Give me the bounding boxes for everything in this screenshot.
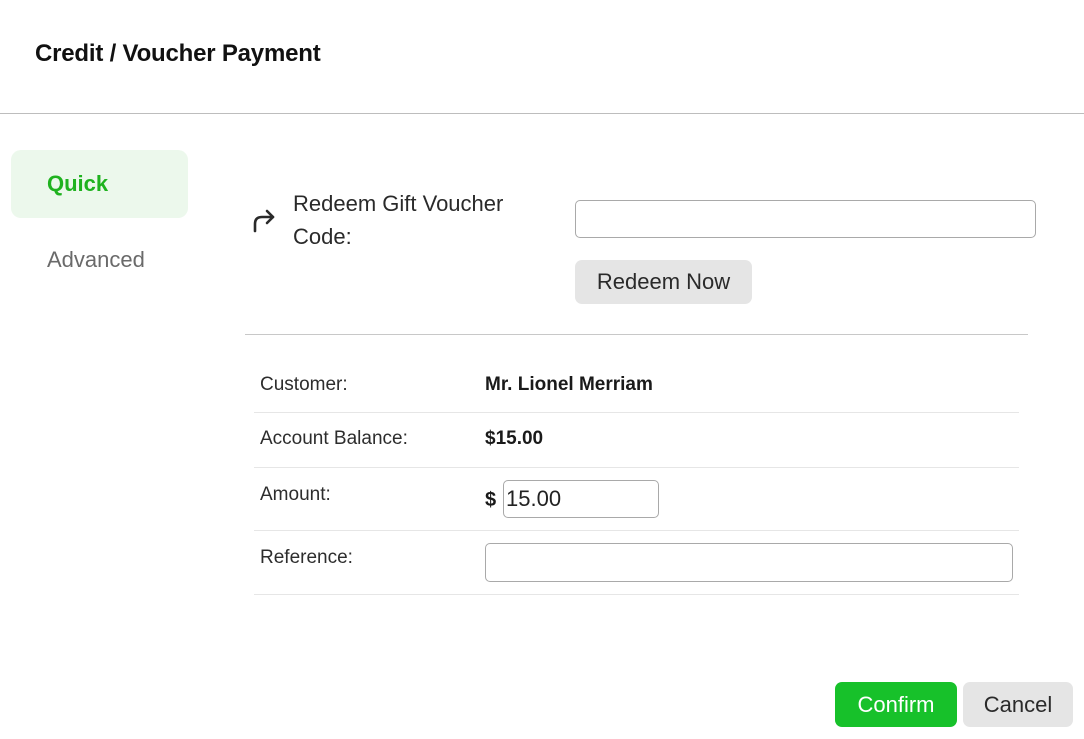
voucher-code-input[interactable] — [575, 200, 1036, 238]
dialog-title: Credit / Voucher Payment — [35, 40, 321, 67]
reference-input[interactable] — [485, 543, 1013, 582]
confirm-button[interactable]: Confirm — [835, 682, 957, 727]
amount-row: Amount: $ — [254, 468, 1019, 531]
reference-row: Reference: — [254, 531, 1019, 595]
amount-input[interactable] — [503, 480, 659, 518]
account-balance-row: Account Balance: $15.00 — [254, 413, 1019, 468]
cancel-button[interactable]: Cancel — [963, 682, 1073, 727]
redo-arrow-icon — [247, 203, 279, 235]
customer-row: Customer: Mr. Lionel Merriam — [254, 359, 1019, 413]
section-divider — [245, 334, 1028, 335]
reference-label: Reference: — [260, 547, 353, 568]
customer-label: Customer: — [260, 374, 348, 395]
account-balance-label: Account Balance: — [260, 428, 408, 449]
dialog-header: Credit / Voucher Payment — [0, 0, 1084, 114]
redeem-voucher-label: Redeem Gift Voucher Code: — [293, 191, 504, 249]
customer-name: Mr. Lionel Merriam — [485, 374, 653, 395]
redeem-now-button[interactable]: Redeem Now — [575, 260, 752, 304]
credit-voucher-dialog: Credit / Voucher Payment Quick Advanced … — [0, 0, 1084, 739]
tab-advanced[interactable]: Advanced — [11, 226, 188, 294]
amount-label: Amount: — [260, 484, 331, 505]
currency-symbol: $ — [485, 489, 497, 511]
account-balance-value: $15.00 — [485, 428, 544, 449]
tab-quick[interactable]: Quick — [11, 150, 188, 218]
